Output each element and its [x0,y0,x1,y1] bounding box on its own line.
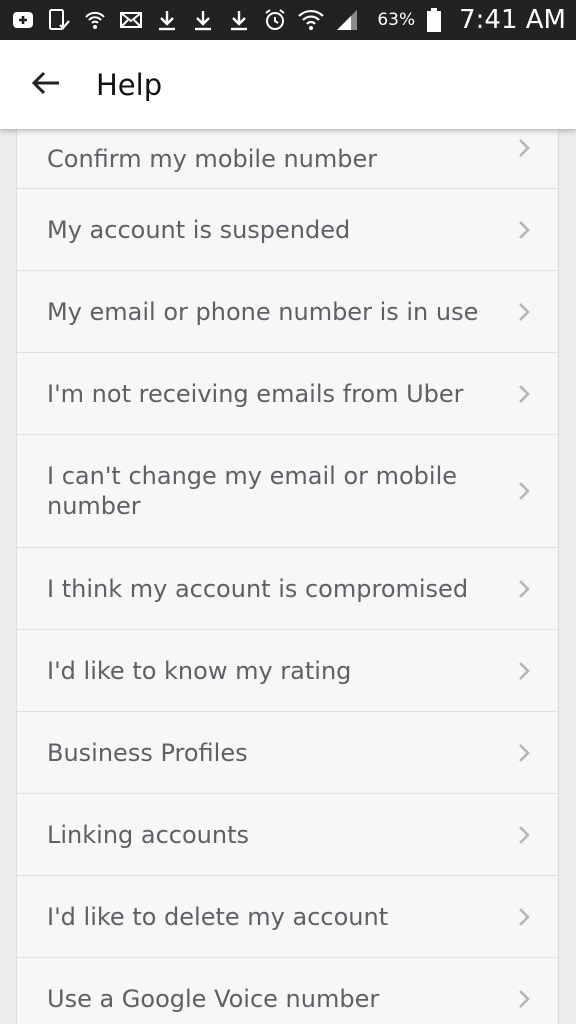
wifi-call-icon [82,7,108,33]
chevron-right-icon [519,579,530,598]
app-bar: Help [0,40,576,129]
help-topics-list: Confirm my mobile number My account is s… [16,129,559,1024]
list-item-linking-accounts[interactable]: Linking accounts [17,794,558,876]
list-item-label: I'm not receiving emails from Uber [47,379,464,408]
download-icon [190,7,216,33]
chevron-right-icon [519,743,530,762]
battery-icon [421,7,447,33]
list-item-cant-change-email[interactable]: I can't change my email or mobile number [17,435,558,548]
list-item-label: I'd like to delete my account [47,902,389,931]
chevron-right-icon [519,302,530,321]
list-item-not-receiving-emails[interactable]: I'm not receiving emails from Uber [17,353,558,435]
add-box-icon [10,7,36,33]
tablet-check-icon [46,7,72,33]
list-item-label: My email or phone number is in use [47,297,479,326]
signal-icon [334,7,360,33]
page-title: Help [96,67,163,102]
list-item-account-compromised[interactable]: I think my account is compromised [17,548,558,630]
notification-icons [10,7,360,33]
chevron-right-icon [519,220,530,239]
clock: 7:41 AM [459,5,566,35]
mail-icon [118,7,144,33]
alarm-icon [262,7,288,33]
list-item-label: I'd like to know my rating [47,656,352,685]
wifi-icon [298,7,324,33]
list-item-confirm-mobile[interactable]: Confirm my mobile number [17,129,558,189]
download-icon [226,7,252,33]
list-item-label: I think my account is compromised [47,574,469,603]
list-item-label: Business Profiles [47,738,248,767]
arrow-back-icon [31,70,61,100]
back-button[interactable] [26,65,66,105]
list-item-business-profiles[interactable]: Business Profiles [17,712,558,794]
chevron-right-icon [519,482,530,500]
chevron-right-icon [519,138,530,157]
download-icon [154,7,180,33]
list-item-label: My account is suspended [47,215,351,244]
list-item-label: Confirm my mobile number [47,144,378,173]
list-item-label: Linking accounts [47,820,250,849]
status-bar: 63% 7:41 AM [0,0,576,40]
list-item-label: Use a Google Voice number [47,984,380,1013]
list-item-google-voice[interactable]: Use a Google Voice number [17,958,558,1024]
chevron-right-icon [519,825,530,844]
list-item-delete-account[interactable]: I'd like to delete my account [17,876,558,958]
chevron-right-icon [519,907,530,926]
list-item-know-rating[interactable]: I'd like to know my rating [17,630,558,712]
list-item-label: I can't change my email or mobile number [47,462,458,520]
list-item-email-phone-in-use[interactable]: My email or phone number is in use [17,271,558,353]
chevron-right-icon [519,384,530,403]
chevron-right-icon [519,989,530,1008]
chevron-right-icon [519,661,530,680]
status-right: 63% 7:41 AM [377,5,566,35]
battery-percent: 63% [377,10,416,30]
list-item-account-suspended[interactable]: My account is suspended [17,189,558,271]
